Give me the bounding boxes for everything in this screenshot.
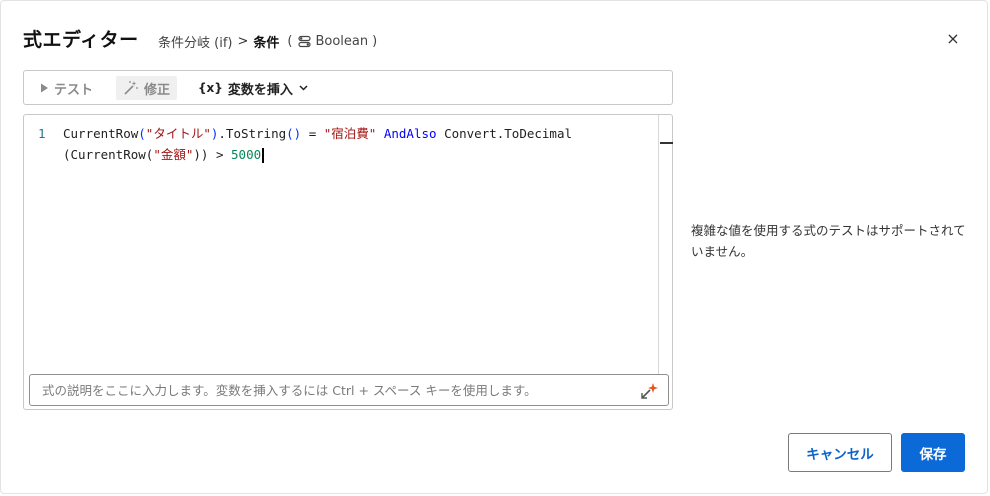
cancel-button[interactable]: キャンセル (788, 433, 892, 472)
insert-variable-label: 変数を挿入 (227, 82, 293, 98)
code-line-1: CurrentRow("タイトル").ToString() = "宿泊費" An… (63, 123, 572, 144)
play-icon (41, 83, 48, 93)
code-token: )) (193, 147, 209, 162)
code-token: ( (138, 126, 146, 141)
save-button[interactable]: 保存 (901, 433, 965, 472)
description-field[interactable] (29, 374, 669, 406)
boolean-type-icon (298, 35, 312, 48)
code-number: 5000 (231, 147, 262, 162)
code-operator: = (301, 126, 324, 141)
text-cursor (262, 148, 264, 163)
magic-wand-icon (124, 81, 138, 95)
ai-sparkle-icon[interactable] (639, 381, 659, 401)
fix-button[interactable]: 修正 (116, 76, 178, 100)
close-icon[interactable]: × (945, 31, 961, 47)
code-token: Convert.ToDecimal (436, 126, 573, 141)
description-input[interactable] (42, 375, 622, 405)
code-token: CurrentRow (63, 126, 139, 141)
breadcrumb-paren-open: ( (287, 34, 293, 49)
variable-icon: {x} (198, 81, 223, 95)
expression-editor-dialog: 式エディター 条件分岐 (if) > 条件 ( Boolean ) × テスト (0, 0, 988, 494)
breadcrumb-current: 条件 (253, 36, 280, 51)
test-button[interactable]: テスト (40, 76, 93, 100)
editor-toolbar: テスト 修正 {x} 変数を挿入 (23, 70, 673, 105)
code-keyword: AndAlso (383, 126, 437, 141)
code-token: .ToString (218, 126, 287, 141)
dialog-title: 式エディター (23, 29, 139, 51)
code-string: "タイトル" (145, 126, 211, 141)
breadcrumb-type: Boolean (315, 34, 369, 49)
fix-button-label: 修正 (144, 82, 171, 98)
code-token: (CurrentRow( (63, 147, 154, 162)
insert-variable-button[interactable]: {x} 変数を挿入 (198, 76, 308, 100)
code-line-1-wrap: (CurrentRow("金額")) > 5000 (63, 144, 264, 165)
code-string: "金額" (153, 147, 194, 162)
breadcrumb-separator: > (237, 34, 249, 49)
scrollbar-position-marker (660, 142, 673, 144)
test-button-label: テスト (54, 82, 94, 98)
line-number: 1 (38, 126, 46, 141)
code-token: () (286, 126, 302, 141)
chevron-down-icon (299, 85, 308, 91)
breadcrumb-paren-close: ) (372, 34, 378, 49)
breadcrumb-step: 条件分岐 (if) (158, 36, 233, 51)
unsupported-test-note: 複雑な値を使用する式のテストはサポートされていません。 (691, 223, 966, 259)
code-operator: > (208, 147, 232, 162)
code-editor[interactable]: 1 CurrentRow("タイトル").ToString() = "宿泊費" … (23, 114, 673, 410)
scrollbar-track[interactable] (658, 115, 659, 375)
code-string: "宿泊費" (323, 126, 377, 141)
breadcrumb: 条件分岐 (if) > 条件 ( Boolean ) (158, 32, 377, 51)
